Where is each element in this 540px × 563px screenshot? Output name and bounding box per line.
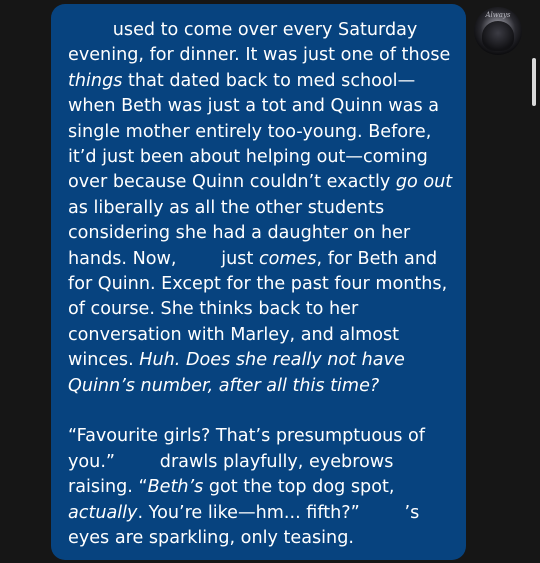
text-run: used to come over every Saturday evening… <box>68 20 456 66</box>
message-paragraph: “Favourite girls? That’s presumptuous of… <box>68 424 456 551</box>
italic-text-run: actually <box>68 502 138 523</box>
scrollbar-thumb[interactable] <box>532 58 536 106</box>
text-run: that dated back to med school—when Beth … <box>68 70 445 193</box>
text-run: got the top dog spot, <box>203 477 401 498</box>
italic-text-run: go out <box>395 172 453 193</box>
italic-text-run: comes <box>258 248 317 269</box>
avatar[interactable]: Always <box>474 7 522 55</box>
message-bubble: used to come over every Saturday evening… <box>51 4 466 560</box>
message-paragraph: used to come over every Saturday evening… <box>68 18 456 399</box>
avatar-caption: Always <box>485 11 511 19</box>
italic-text-run: Beth’s <box>147 477 204 498</box>
avatar-figure <box>482 21 514 51</box>
italic-text-run: things <box>68 70 123 91</box>
